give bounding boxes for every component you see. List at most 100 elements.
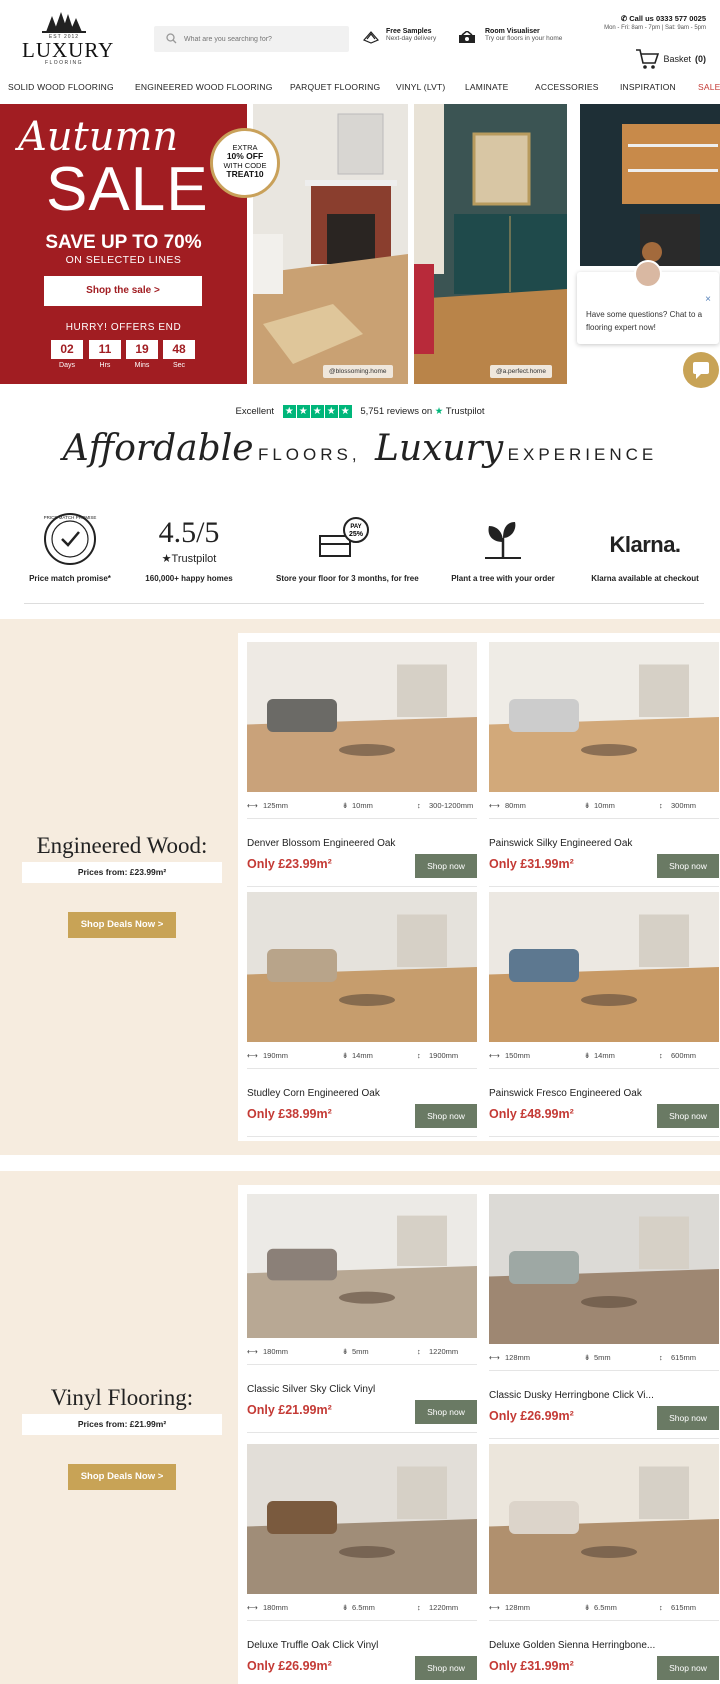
shop-now-button[interactable]: Shop now bbox=[657, 1406, 719, 1430]
shop-now-button[interactable]: Shop now bbox=[657, 1104, 719, 1128]
nav-inspiration[interactable]: INSPIRATION bbox=[620, 82, 676, 92]
visualiser-sub: Try our floors in your home bbox=[485, 35, 563, 42]
shop-now-button[interactable]: Shop now bbox=[657, 1656, 719, 1680]
product-card[interactable]: ⟷ 125mm ⇟ 10mm ↕ 300-1200mm Denver Blossom Eng… bbox=[247, 642, 477, 892]
trustpilot-rating: Excellent bbox=[235, 406, 275, 418]
usp-caption: Plant a tree with your order bbox=[451, 574, 555, 583]
shop-sale-button[interactable]: Shop the sale > bbox=[44, 276, 202, 306]
chat-launcher-button[interactable] bbox=[683, 352, 719, 388]
product-card[interactable]: ⟷ 128mm ⇟ 5mm ↕ 615mm Classic Dusky Herringbon… bbox=[489, 1194, 719, 1444]
spec-length: 1220mm bbox=[429, 1347, 459, 1356]
call-hours: Mon - Fri: 8am - 7pm | Sat: 9am - 5pm bbox=[604, 25, 706, 31]
save-up-text: SAVE UP TO 70% bbox=[45, 232, 202, 253]
countdown-days: 02 Days bbox=[51, 340, 83, 369]
basket-link[interactable]: Basket (0) bbox=[635, 47, 706, 71]
trustpilot-strip[interactable]: Excellent ★ ★ ★ ★ ★ 5,751 reviews on ★ Trust… bbox=[0, 405, 720, 419]
search-bar[interactable] bbox=[154, 26, 349, 52]
divider bbox=[489, 1620, 719, 1621]
product-image[interactable] bbox=[489, 892, 719, 1042]
hero-photo-cabinet[interactable] bbox=[580, 104, 720, 266]
product-image[interactable] bbox=[247, 1444, 477, 1594]
product-image[interactable] bbox=[489, 1444, 719, 1594]
close-icon[interactable]: × bbox=[705, 294, 711, 305]
hero-photo-sideboard[interactable]: @a.perfect.home bbox=[414, 104, 567, 384]
product-name[interactable]: Deluxe Golden Sienna Herringbone... bbox=[489, 1640, 719, 1651]
shop-now-button[interactable]: Shop now bbox=[415, 1104, 477, 1128]
spec-width: 128mm bbox=[505, 1353, 531, 1362]
product-card[interactable]: ⟷ 180mm ⇟ 6.5mm ↕ 1220mm Deluxe Truffle Oak Cl… bbox=[247, 1444, 477, 1684]
photo-credit: @a.perfect.home bbox=[490, 365, 552, 378]
divider bbox=[247, 1364, 477, 1365]
search-input[interactable] bbox=[184, 31, 344, 47]
spec-length: 615mm bbox=[671, 1603, 697, 1612]
nav-laminate[interactable]: LAMINATE bbox=[465, 82, 508, 92]
call-title: Call us 0333 577 0025 bbox=[629, 14, 706, 23]
product-image[interactable] bbox=[247, 642, 477, 792]
product-image[interactable] bbox=[247, 892, 477, 1042]
countdown-mins: 19 Mins bbox=[126, 340, 158, 369]
nav-sale[interactable]: SALE bbox=[698, 82, 720, 92]
product-image[interactable] bbox=[489, 642, 719, 792]
shop-now-button[interactable]: Shop now bbox=[415, 854, 477, 878]
basket-label: Basket bbox=[663, 54, 691, 64]
product-name[interactable]: Painswick Fresco Engineered Oak bbox=[489, 1088, 719, 1099]
spec-thickness: 14mm bbox=[352, 1051, 373, 1060]
search-icon bbox=[166, 33, 177, 44]
chat-popup[interactable]: × Have some questions? Chat to a floorin… bbox=[577, 260, 719, 344]
spec-thickness: 5mm bbox=[594, 1353, 611, 1362]
length-icon: ↕ bbox=[659, 1353, 663, 1362]
product-name[interactable]: Denver Blossom Engineered Oak bbox=[247, 838, 477, 849]
selected-lines-text: ON SELECTED LINES bbox=[65, 254, 182, 266]
product-card[interactable]: ⟷ 128mm ⇟ 6.5mm ↕ 615mm Deluxe Golden Sienna H… bbox=[489, 1444, 719, 1684]
nav-accessories[interactable]: ACCESSORIES bbox=[535, 82, 599, 92]
width-icon: ⟷ bbox=[489, 1353, 500, 1362]
shop-now-button[interactable]: Shop now bbox=[415, 1656, 477, 1680]
product-price: Only £48.99m² bbox=[489, 1107, 574, 1121]
product-specs: ⟷ 128mm ⇟ 6.5mm ↕ 615mm bbox=[489, 1601, 719, 1615]
call-us[interactable]: ✆ Call us 0333 577 0025 Mon - Fri: 8am -… bbox=[604, 14, 706, 31]
thickness-icon: ⇟ bbox=[342, 1603, 349, 1612]
hurry-text: HURRY! OFFERS END bbox=[65, 322, 182, 333]
product-name[interactable]: Classic Dusky Herringbone Click Vi... bbox=[489, 1390, 719, 1401]
samples-title: Free Samples bbox=[386, 28, 432, 35]
width-icon: ⟷ bbox=[247, 801, 258, 810]
product-name[interactable]: Studley Corn Engineered Oak bbox=[247, 1088, 477, 1099]
product-name[interactable]: Classic Silver Sky Click Vinyl bbox=[247, 1384, 477, 1395]
divider bbox=[247, 818, 477, 819]
site-logo[interactable]: EST 2012 LUXURY FLOORING bbox=[22, 8, 113, 68]
product-price: Only £26.99m² bbox=[489, 1409, 574, 1423]
countdown-hours: 11 Hrs bbox=[89, 340, 121, 369]
shop-now-button[interactable]: Shop now bbox=[657, 854, 719, 878]
product-specs: ⟷ 180mm ⇟ 6.5mm ↕ 1220mm bbox=[247, 1601, 477, 1615]
product-image[interactable] bbox=[247, 1194, 477, 1338]
width-icon: ⟷ bbox=[489, 801, 500, 810]
nav-solid-wood[interactable]: SOLID WOOD FLOORING bbox=[8, 82, 114, 92]
product-name[interactable]: Deluxe Truffle Oak Click Vinyl bbox=[247, 1640, 477, 1651]
rating-big: 4.5/5 bbox=[158, 516, 220, 549]
vinyl-title: Vinyl Flooring: bbox=[50, 1385, 194, 1410]
vinyl-shop-deals-button[interactable]: Shop Deals Now > bbox=[68, 1464, 176, 1490]
tagline-affordable: Affordable bbox=[62, 428, 254, 469]
pay-later-boxes-icon: PAY 25% bbox=[319, 517, 369, 557]
price-match-icon: PRICE MATCH PROMISE bbox=[44, 513, 96, 565]
divider bbox=[24, 603, 704, 604]
spec-width: 80mm bbox=[505, 801, 526, 810]
length-icon: ↕ bbox=[417, 1051, 421, 1060]
product-name[interactable]: Painswick Silky Engineered Oak bbox=[489, 838, 719, 849]
sideboard-room-image bbox=[414, 104, 567, 384]
product-specs: ⟷ 80mm ⇟ 10mm ↕ 300mm bbox=[489, 799, 719, 813]
product-card[interactable]: ⟷ 190mm ⇟ 14mm ↕ 1900mm Studley Corn Engineere… bbox=[247, 892, 477, 1142]
product-card[interactable]: ⟷ 150mm ⇟ 14mm ↕ 600mm Painswick Fresco Engine… bbox=[489, 892, 719, 1142]
product-card[interactable]: ⟷ 80mm ⇟ 10mm ↕ 300mm Painswick Silky Engineer… bbox=[489, 642, 719, 892]
basket-icon bbox=[636, 49, 660, 69]
product-specs: ⟷ 128mm ⇟ 5mm ↕ 615mm bbox=[489, 1351, 719, 1365]
product-image[interactable] bbox=[489, 1194, 719, 1344]
room-visualiser-link[interactable]: Room Visualiser Try our floors in your h… bbox=[457, 28, 577, 50]
product-card[interactable]: ⟷ 180mm ⇟ 5mm ↕ 1220mm Classic Silver Sky Clic… bbox=[247, 1194, 477, 1438]
shop-now-button[interactable]: Shop now bbox=[415, 1400, 477, 1424]
engineered-shop-deals-button[interactable]: Shop Deals Now > bbox=[68, 912, 176, 938]
nav-vinyl[interactable]: VINYL (LVT) bbox=[396, 82, 445, 92]
nav-parquet[interactable]: PARQUET FLOORING bbox=[290, 82, 380, 92]
nav-engineered-wood[interactable]: ENGINEERED WOOD FLOORING bbox=[135, 82, 273, 92]
free-samples-link[interactable]: Free Samples Next-day delivery bbox=[362, 28, 452, 50]
